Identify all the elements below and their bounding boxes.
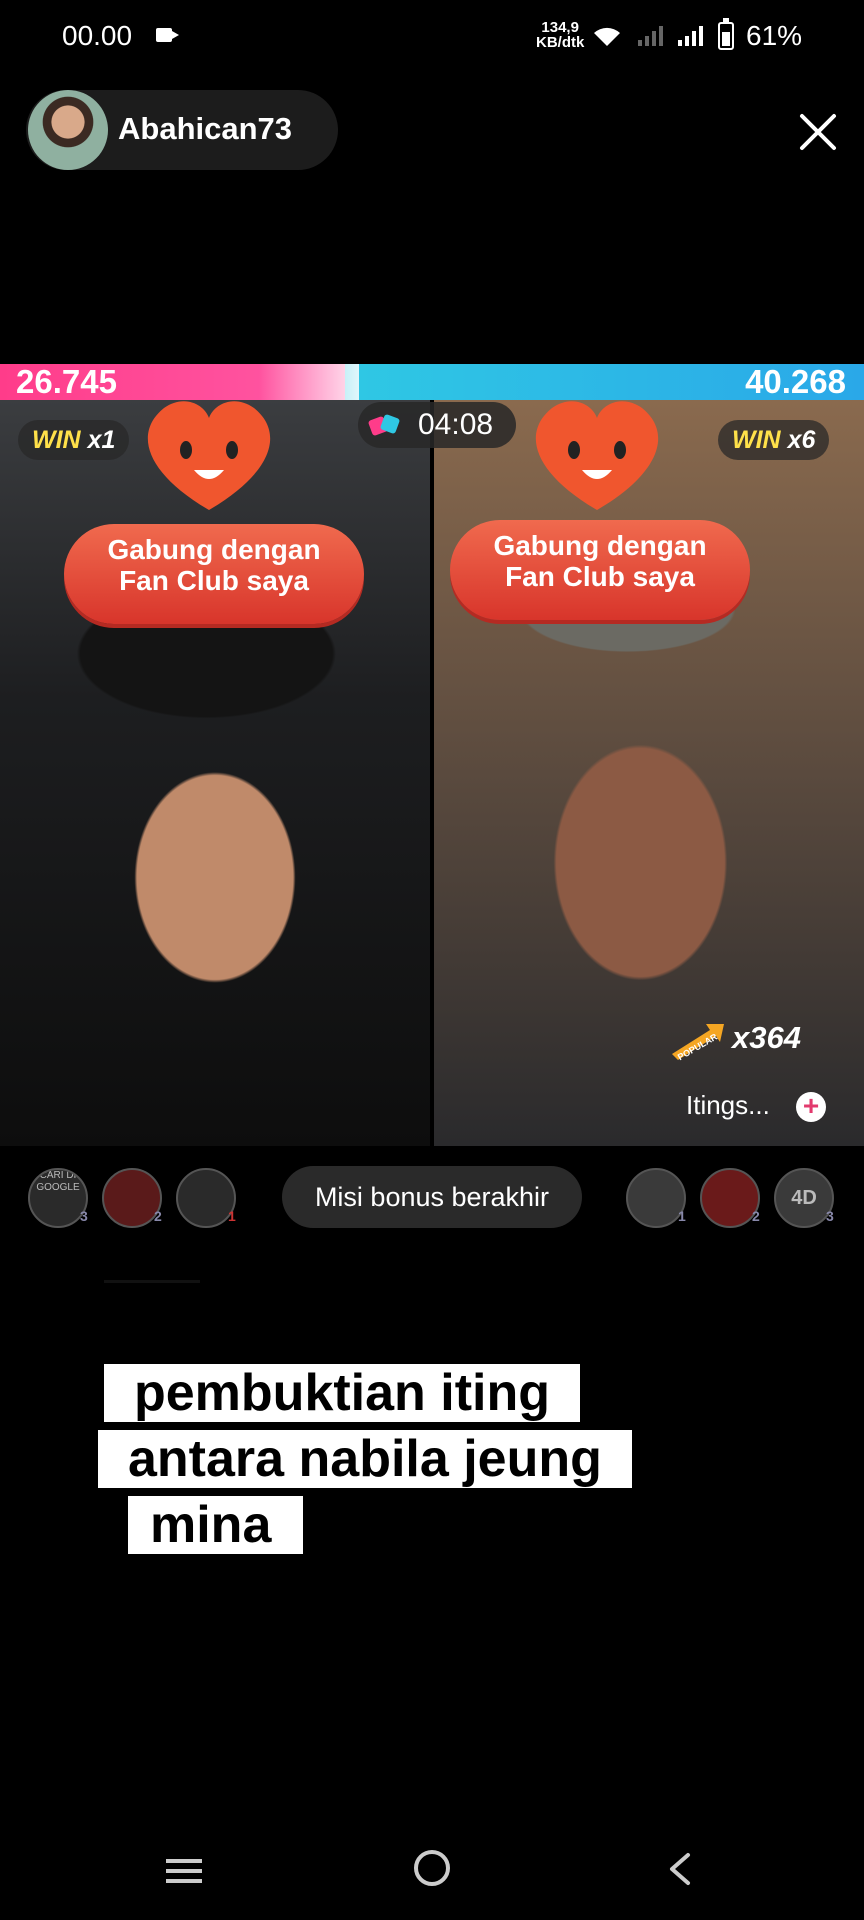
battle-versus-icon: [368, 414, 400, 436]
caption-line-2: antara nabila jeung: [98, 1430, 632, 1488]
fan-club-heart-icon: [147, 401, 271, 510]
network-speed-value: 134,9: [541, 19, 579, 36]
network-speed-unit: KB/dtk: [536, 34, 585, 51]
popular-count[interactable]: x364: [732, 1020, 801, 1056]
win-streak-badge-left: WIN x1: [18, 420, 130, 460]
popular-icon-label: POPULAR: [676, 1031, 720, 1062]
video-divider: [430, 400, 434, 1146]
top-gifter-right-3[interactable]: 4D: [774, 1168, 834, 1228]
recent-apps-icon[interactable]: [164, 1856, 204, 1886]
battery-percent: 61%: [746, 20, 803, 51]
caption-line-1: pembuktian iting: [104, 1364, 580, 1422]
wifi-icon: [594, 27, 620, 46]
top-gifter-right-2[interactable]: [700, 1168, 760, 1228]
status-time: 00.00: [62, 20, 133, 51]
gifter-rank: 1: [678, 1208, 686, 1224]
fan-club-line1: Gabung dengan: [493, 530, 707, 561]
gifter-text: CARI DI GOOGLE: [36, 1170, 80, 1193]
fan-club-line2: Fan Club saya: [119, 565, 309, 596]
fan-club-line1: Gabung dengan: [107, 534, 321, 565]
top-gifter-right-1[interactable]: [626, 1168, 686, 1228]
gifter-rank: 3: [80, 1208, 88, 1224]
gifter-rank: 1: [228, 1208, 236, 1224]
network-speed: 134,9 KB/dtk: [536, 20, 584, 50]
popular-arrow-icon[interactable]: POPULAR: [670, 1020, 726, 1062]
gifter-rank: 2: [154, 1208, 162, 1224]
gifter-text: 4D: [791, 1187, 817, 1209]
top-gifter-left-2[interactable]: [102, 1168, 162, 1228]
back-icon[interactable]: [664, 1852, 696, 1886]
gifter-rank: 2: [752, 1208, 760, 1224]
signal-sim1-icon: [638, 26, 663, 46]
win-label: WIN: [732, 426, 781, 454]
signal-sim2-icon: [678, 26, 703, 46]
follow-label[interactable]: Itings...: [686, 1090, 770, 1121]
host-name[interactable]: Abahican73: [118, 111, 292, 147]
win-count: x1: [87, 426, 116, 454]
win-streak-badge-right: WIN x6: [718, 420, 830, 460]
close-icon[interactable]: [796, 110, 840, 154]
camera-recording-icon: [156, 28, 179, 42]
win-label: WIN: [32, 426, 81, 454]
fan-club-heart-icon: [535, 401, 659, 510]
top-gifter-left-3[interactable]: CARI DI GOOGLE: [28, 1168, 88, 1228]
battery-icon: [718, 18, 734, 50]
win-count: x6: [787, 426, 816, 454]
join-fan-club-button-left[interactable]: Gabung dengan Fan Club saya: [64, 524, 364, 624]
top-gifter-left-1[interactable]: [176, 1168, 236, 1228]
score-left: 26.745: [16, 363, 117, 400]
host-avatar[interactable]: [28, 90, 108, 170]
home-icon[interactable]: [414, 1850, 450, 1886]
gifter-rank: 3: [826, 1208, 834, 1224]
divider-line: [104, 1280, 200, 1283]
battle-timer: 04:08: [418, 408, 494, 441]
bonus-mission-status[interactable]: Misi bonus berakhir: [282, 1166, 582, 1228]
fan-club-line2: Fan Club saya: [505, 561, 695, 592]
follow-plus-button[interactable]: +: [796, 1092, 826, 1122]
join-fan-club-button-right[interactable]: Gabung dengan Fan Club saya: [450, 520, 750, 620]
score-right: 40.268: [745, 363, 846, 400]
caption-line-3: mina: [128, 1496, 304, 1554]
